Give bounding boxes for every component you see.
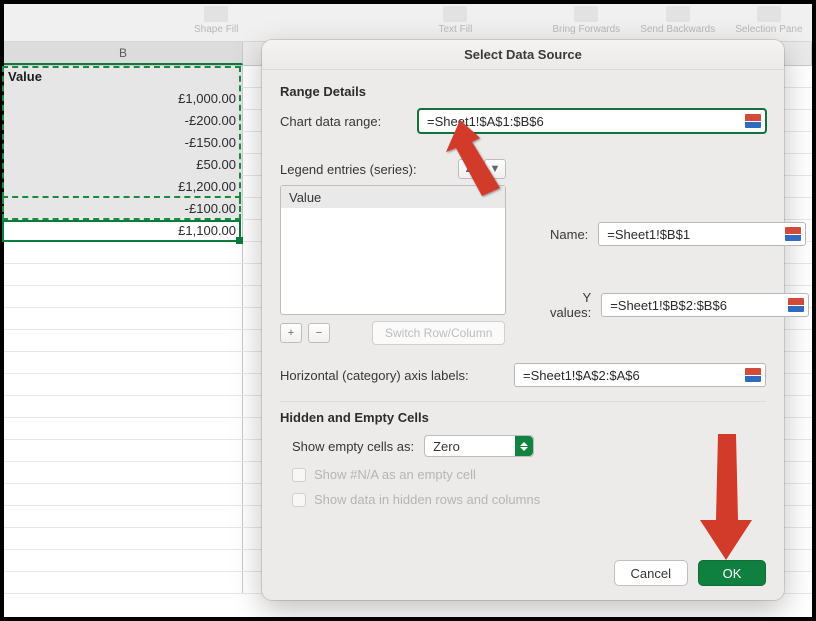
ribbon-item-send-backwards: Send Backwards: [640, 4, 715, 35]
series-item[interactable]: Value: [281, 186, 505, 208]
ribbon-item-bring-forwards: Bring Forwards: [552, 4, 620, 35]
cell[interactable]: £1,100.00: [4, 220, 243, 241]
series-list[interactable]: Value: [280, 185, 506, 315]
add-series-button[interactable]: +: [280, 323, 302, 343]
series-name-input[interactable]: [598, 222, 806, 246]
remove-series-button[interactable]: −: [308, 323, 330, 343]
switch-row-column-button: Switch Row/Column: [372, 321, 505, 345]
axis-labels-input[interactable]: [514, 363, 766, 387]
show-na-checkbox: Show #N/A as an empty cell: [280, 467, 766, 482]
ribbon-item-text-fill: Text Fill: [438, 4, 472, 35]
checkbox-icon: [292, 493, 306, 507]
range-picker-icon[interactable]: [745, 368, 761, 382]
cell[interactable]: -£150.00: [4, 132, 243, 153]
show-hidden-checkbox: Show data in hidden rows and columns: [280, 492, 766, 507]
select-data-source-dialog: Select Data Source Range Details Chart d…: [262, 40, 784, 600]
chart-data-range-input[interactable]: [418, 109, 766, 133]
cancel-button[interactable]: Cancel: [614, 560, 688, 586]
range-picker-icon[interactable]: [788, 298, 804, 312]
chart-data-range-label: Chart data range:: [280, 114, 408, 129]
range-picker-icon[interactable]: [785, 227, 801, 241]
ok-button[interactable]: OK: [698, 560, 766, 586]
ribbon: Shape Fill Text Fill Bring Forwards Send…: [4, 4, 812, 42]
dialog-title: Select Data Source: [262, 40, 784, 70]
checkbox-icon: [292, 468, 306, 482]
cell[interactable]: -£100.00: [4, 198, 243, 219]
cell[interactable]: £50.00: [4, 154, 243, 175]
ribbon-item-shape-fill: Shape Fill: [194, 4, 238, 35]
axis-labels-label: Horizontal (category) axis labels:: [280, 368, 504, 383]
column-header-b[interactable]: B: [4, 42, 243, 65]
cell[interactable]: £1,000.00: [4, 88, 243, 109]
series-yvalues-label: Y values:: [550, 290, 591, 320]
cell[interactable]: £1,200.00: [4, 176, 243, 197]
series-name-label: Name:: [550, 227, 588, 242]
show-empty-value: Zero: [433, 439, 460, 454]
series-yvalues-input[interactable]: [601, 293, 809, 317]
range-picker-icon[interactable]: [745, 114, 761, 128]
cell[interactable]: Value: [4, 66, 243, 87]
cell[interactable]: -£200.00: [4, 110, 243, 131]
chart-data-range-field[interactable]: [425, 113, 745, 130]
axis-labels-field[interactable]: [521, 367, 745, 384]
hidden-empty-heading: Hidden and Empty Cells: [280, 410, 766, 425]
ribbon-item-selection-pane: Selection Pane: [735, 4, 802, 35]
show-empty-select[interactable]: Zero: [424, 435, 534, 457]
show-empty-label: Show empty cells as:: [292, 439, 414, 454]
range-details-heading: Range Details: [280, 84, 766, 99]
legend-entries-label: Legend entries (series):: [280, 162, 450, 177]
move-series-down-button[interactable]: ▼: [484, 159, 506, 179]
move-series-up-button[interactable]: ▲: [458, 159, 480, 179]
chevron-updown-icon: [515, 436, 533, 456]
series-name-field[interactable]: [605, 226, 785, 243]
series-yvalues-field[interactable]: [608, 297, 788, 314]
